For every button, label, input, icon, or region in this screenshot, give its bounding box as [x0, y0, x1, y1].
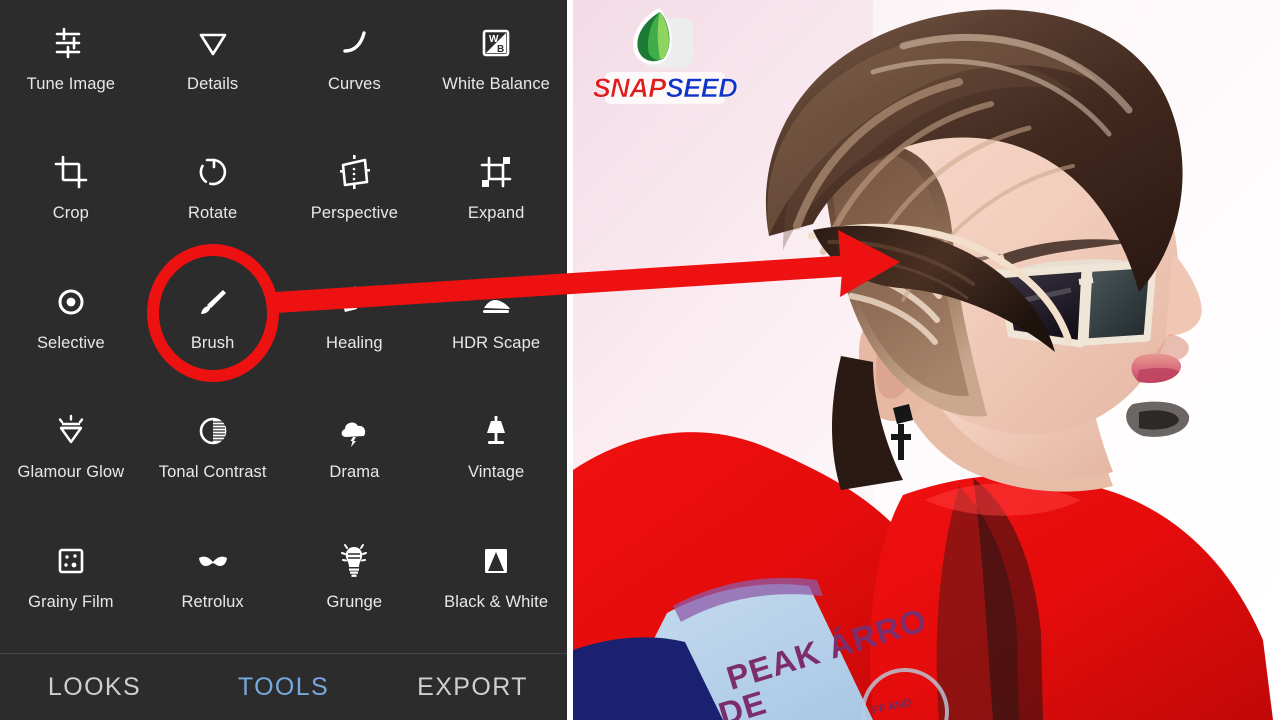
- grunge-bulb-icon: [334, 538, 374, 584]
- grainy-film-icon: [51, 538, 91, 584]
- drama-icon: [334, 408, 374, 454]
- crop-icon: [51, 149, 91, 195]
- tool-black-white[interactable]: Black & White: [425, 524, 567, 653]
- tool-tune-image[interactable]: Tune Image: [0, 6, 142, 135]
- tool-label: Brush: [190, 333, 235, 352]
- tool-rotate[interactable]: Rotate: [142, 135, 284, 264]
- snapseed-tutorial-screenshot: Tune Image Details Curves W B White Balan…: [0, 0, 1280, 720]
- photo-preview: PEAK ÁRRO DE FF AND: [573, 0, 1280, 720]
- svg-text:B: B: [497, 44, 504, 55]
- tool-label: Grunge: [326, 592, 383, 611]
- tool-details[interactable]: Details: [142, 6, 284, 135]
- tool-label: Details: [187, 75, 239, 93]
- tool-curves[interactable]: Curves: [284, 6, 426, 135]
- tool-label: HDR Scape: [452, 333, 541, 352]
- tool-label: Healing: [326, 333, 383, 352]
- tool-label: Grainy Film: [28, 592, 114, 611]
- tool-label: White Balance: [442, 75, 550, 93]
- tool-white-balance[interactable]: W B White Balance: [425, 6, 567, 135]
- tool-label: Glamour Glow: [17, 463, 125, 482]
- glamour-glow-icon: [51, 408, 91, 454]
- rotate-icon: [193, 149, 233, 195]
- tool-perspective[interactable]: Perspective: [284, 135, 426, 264]
- tool-expand[interactable]: Expand: [425, 135, 567, 264]
- nav-tab-tools[interactable]: TOOLS: [189, 673, 378, 702]
- tool-tonal-contrast[interactable]: Tonal Contrast: [142, 394, 284, 523]
- tool-label: Tonal Contrast: [158, 463, 267, 482]
- tool-label: Rotate: [188, 204, 238, 223]
- sliders-icon: [51, 20, 91, 66]
- tool-label: Selective: [36, 333, 105, 352]
- perspective-icon: [334, 149, 374, 195]
- tool-label: Tune Image: [26, 75, 116, 93]
- curves-icon: [334, 20, 374, 66]
- nav-tab-export[interactable]: EXPORT: [378, 673, 567, 702]
- tool-grainy-film[interactable]: Grainy Film: [0, 524, 142, 653]
- nav-tab-looks[interactable]: LOOKS: [0, 673, 189, 702]
- tool-label: Black & White: [444, 592, 549, 611]
- black-white-icon: [476, 538, 516, 584]
- tool-label: Perspective: [310, 204, 399, 223]
- tool-label: Curves: [327, 75, 381, 93]
- expand-icon: [476, 149, 516, 195]
- tool-crop[interactable]: Crop: [0, 135, 142, 264]
- tool-vintage[interactable]: Vintage: [425, 394, 567, 523]
- white-balance-icon: W B: [476, 20, 516, 66]
- tool-label: Crop: [52, 204, 89, 223]
- selective-icon: [51, 279, 91, 325]
- tool-glamour-glow[interactable]: Glamour Glow: [0, 394, 142, 523]
- tool-label: Vintage: [467, 463, 525, 482]
- tonal-contrast-icon: [193, 408, 233, 454]
- bottom-navigation-bar: LOOKS TOOLS EXPORT: [0, 653, 567, 720]
- tool-retrolux[interactable]: Retrolux: [142, 524, 284, 653]
- hdr-scape-icon: [476, 279, 516, 325]
- vintage-lamp-icon: [476, 408, 516, 454]
- tool-brush[interactable]: Brush: [142, 265, 284, 394]
- tool-healing[interactable]: Healing: [284, 265, 426, 394]
- tool-grunge[interactable]: Grunge: [284, 524, 426, 653]
- brush-icon: [193, 279, 233, 325]
- tools-grid: Tune Image Details Curves W B White Balan…: [0, 0, 567, 653]
- tool-selective[interactable]: Selective: [0, 265, 142, 394]
- healing-icon: [334, 279, 374, 325]
- tool-hdr-scape[interactable]: HDR Scape: [425, 265, 567, 394]
- tool-label: Retrolux: [181, 592, 244, 611]
- tools-panel: Tune Image Details Curves W B White Balan…: [0, 0, 567, 720]
- tool-drama[interactable]: Drama: [284, 394, 426, 523]
- tool-label: Drama: [329, 463, 380, 482]
- tool-label: Expand: [467, 204, 525, 223]
- triangle-down-icon: [193, 20, 233, 66]
- mustache-icon: [193, 538, 233, 584]
